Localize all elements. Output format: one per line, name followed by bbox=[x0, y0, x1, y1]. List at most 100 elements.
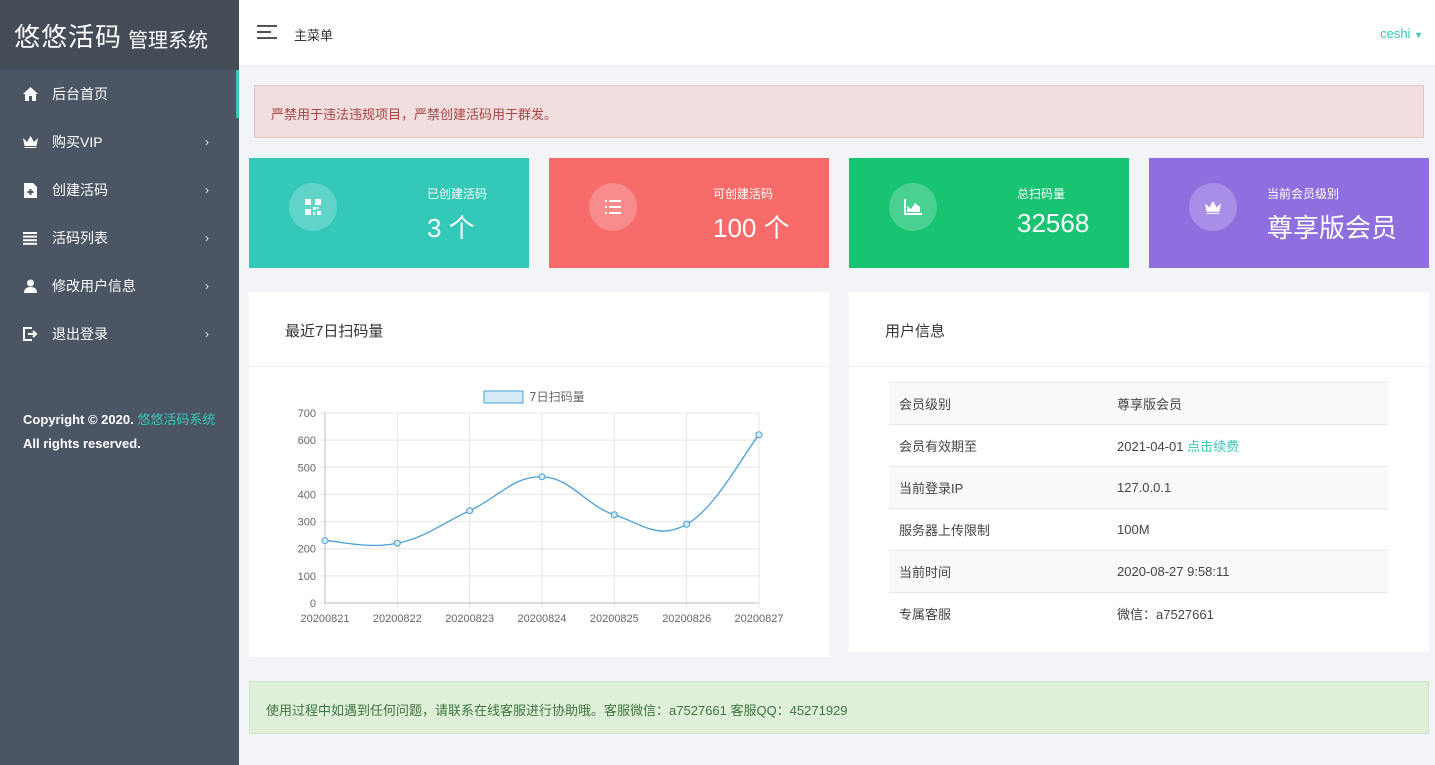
x-tick-label: 20200822 bbox=[373, 613, 422, 625]
data-point bbox=[321, 537, 329, 545]
scan-line-chart: 0 100 200 300 400 500 600 700 20200821 20200822 20… bbox=[298, 390, 784, 625]
data-point bbox=[610, 511, 618, 519]
x-tick-label: 20200823 bbox=[445, 613, 494, 625]
sidebar-item-label: 修改用户信息 bbox=[52, 278, 136, 294]
data-point bbox=[393, 539, 401, 547]
user-name: ceshi bbox=[1380, 26, 1411, 41]
legend-label: 7日扫码量 bbox=[529, 390, 585, 404]
info-value: 127.0.0.1 bbox=[1107, 466, 1388, 509]
copyright-link[interactable]: 悠悠活码系统 bbox=[137, 412, 215, 427]
user-icon bbox=[22, 278, 38, 294]
user-info-panel: 用户信息 会员级别 尊享版会员 会员有效期至 2021-04-01 点击续费 当前登… bbox=[849, 292, 1429, 652]
x-tick-label: 20200824 bbox=[518, 613, 567, 625]
warning-alert: 严禁用于违法违规项目，严禁创建活码用于群发。 bbox=[254, 85, 1424, 138]
user-dropdown[interactable]: ceshi ▼ bbox=[1380, 26, 1423, 41]
info-value-cell: 2021-04-01 点击续费 bbox=[1107, 424, 1388, 467]
info-panel-title: 用户信息 bbox=[849, 292, 1429, 367]
brand-logo[interactable]: 悠悠活码 管理系统 bbox=[0, 0, 239, 70]
chevron-right-icon: › bbox=[205, 135, 209, 149]
stat-label: 已创建活码 bbox=[427, 187, 488, 201]
home-icon bbox=[22, 86, 38, 102]
area-chart-icon bbox=[889, 183, 937, 231]
logout-icon bbox=[22, 326, 38, 342]
y-tick-label: 400 bbox=[298, 489, 316, 501]
copyright: Copyright © 2020. 悠悠活码系统 All rights rese… bbox=[23, 408, 215, 456]
info-value: 尊享版会员 bbox=[1107, 382, 1388, 425]
x-tick-label: 20200825 bbox=[590, 613, 639, 625]
y-tick-label: 300 bbox=[298, 517, 316, 529]
user-info-table: 会员级别 尊享版会员 会员有效期至 2021-04-01 点击续费 当前登录IP 12… bbox=[889, 382, 1388, 635]
brand-name: 悠悠活码 bbox=[14, 22, 123, 53]
info-key: 专属客服 bbox=[889, 592, 1107, 635]
chevron-right-icon: › bbox=[205, 231, 209, 245]
info-key: 当前时间 bbox=[889, 550, 1107, 593]
info-alert: 使用过程中如遇到任何问题，请联系在线客服进行协助哦。客服微信：a7527661 … bbox=[249, 681, 1429, 734]
table-row: 当前登录IP 127.0.0.1 bbox=[889, 466, 1388, 509]
stat-card-available: 可创建活码 100 个 bbox=[549, 158, 829, 268]
sidebar-item-home[interactable]: 后台首页 bbox=[0, 70, 239, 118]
sidebar-item-edit-user[interactable]: 修改用户信息 › bbox=[0, 262, 239, 310]
x-tick-label: 20200821 bbox=[301, 613, 350, 625]
info-key: 会员有效期至 bbox=[889, 424, 1107, 467]
menu-toggle-icon[interactable] bbox=[257, 25, 277, 41]
table-row: 专属客服 微信：a7527661 bbox=[889, 592, 1388, 635]
stat-value: 尊享版会员 bbox=[1267, 213, 1398, 243]
table-row: 会员级别 尊享版会员 bbox=[889, 382, 1388, 425]
sidebar-item-logout[interactable]: 退出登录 › bbox=[0, 310, 239, 358]
info-value: 2020-08-27 9:58:11 bbox=[1107, 550, 1388, 593]
info-value: 微信：a7527661 bbox=[1107, 592, 1388, 635]
stat-label: 总扫码量 bbox=[1017, 187, 1066, 201]
info-key: 当前登录IP bbox=[889, 466, 1107, 509]
sidebar-item-label: 活码列表 bbox=[52, 230, 108, 246]
crown-icon bbox=[1189, 183, 1237, 231]
caret-down-icon: ▼ bbox=[1414, 30, 1423, 40]
sidebar-item-label: 购买VIP bbox=[52, 134, 103, 150]
sidebar-item-label: 后台首页 bbox=[52, 86, 108, 102]
qrcode-icon bbox=[289, 183, 337, 231]
y-tick-label: 700 bbox=[298, 408, 316, 420]
stat-label: 可创建活码 bbox=[713, 187, 774, 201]
top-header: 主菜单 ceshi ▼ bbox=[239, 0, 1435, 66]
sidebar-item-code-list[interactable]: 活码列表 › bbox=[0, 214, 239, 262]
list-icon bbox=[589, 183, 637, 231]
stat-value: 32568 bbox=[1017, 208, 1090, 238]
table-row: 服务器上传限制 100M bbox=[889, 508, 1388, 551]
info-key: 服务器上传限制 bbox=[889, 508, 1107, 551]
table-row: 当前时间 2020-08-27 9:58:11 bbox=[889, 550, 1388, 593]
y-tick-label: 500 bbox=[298, 462, 316, 474]
stat-label: 当前会员级别 bbox=[1267, 187, 1340, 201]
data-point bbox=[683, 520, 691, 528]
y-tick-label: 100 bbox=[298, 571, 316, 583]
brand-suffix: 管理系统 bbox=[128, 27, 209, 52]
stat-card-created: 已创建活码 3 个 bbox=[249, 158, 529, 268]
crown-icon bbox=[22, 134, 38, 150]
y-tick-label: 200 bbox=[298, 544, 316, 556]
x-tick-label: 20200827 bbox=[735, 613, 784, 625]
legend-swatch bbox=[483, 390, 524, 404]
header-title: 主菜单 bbox=[294, 28, 334, 43]
renew-link[interactable]: 点击续费 bbox=[1187, 439, 1239, 454]
info-key: 会员级别 bbox=[889, 382, 1107, 425]
sidebar-item-buy-vip[interactable]: 购买VIP › bbox=[0, 118, 239, 166]
info-value: 2021-04-01 bbox=[1117, 439, 1184, 454]
data-point bbox=[466, 507, 474, 515]
list-icon bbox=[22, 230, 38, 246]
table-row: 会员有效期至 2021-04-01 点击续费 bbox=[889, 424, 1388, 467]
data-point bbox=[755, 431, 763, 439]
chevron-right-icon: › bbox=[205, 327, 209, 341]
chart-panel: 最近7日扫码量 0 100 200 300 400 500 600 700 20200821 20… bbox=[249, 292, 829, 657]
stat-value: 3 个 bbox=[427, 213, 475, 243]
stat-card-total-scans: 总扫码量 32568 bbox=[849, 158, 1129, 268]
y-tick-label: 0 bbox=[310, 598, 316, 610]
sidebar-item-create-code[interactable]: 创建活码 › bbox=[0, 166, 239, 214]
chevron-right-icon: › bbox=[205, 279, 209, 293]
data-point bbox=[538, 473, 546, 481]
sidebar-item-label: 退出登录 bbox=[52, 326, 108, 342]
sidebar-item-label: 创建活码 bbox=[52, 182, 108, 198]
file-plus-icon bbox=[22, 182, 38, 198]
stat-value: 100 个 bbox=[713, 213, 790, 243]
x-tick-label: 20200826 bbox=[662, 613, 711, 625]
rights-text: All rights reserved. bbox=[23, 436, 141, 451]
sidebar: 悠悠活码 管理系统 后台首页 购买VIP › 创建活码 › 活码列表 › 修改用… bbox=[0, 0, 239, 765]
sidebar-menu: 后台首页 购买VIP › 创建活码 › 活码列表 › 修改用户信息 › 退出登录… bbox=[0, 70, 239, 358]
